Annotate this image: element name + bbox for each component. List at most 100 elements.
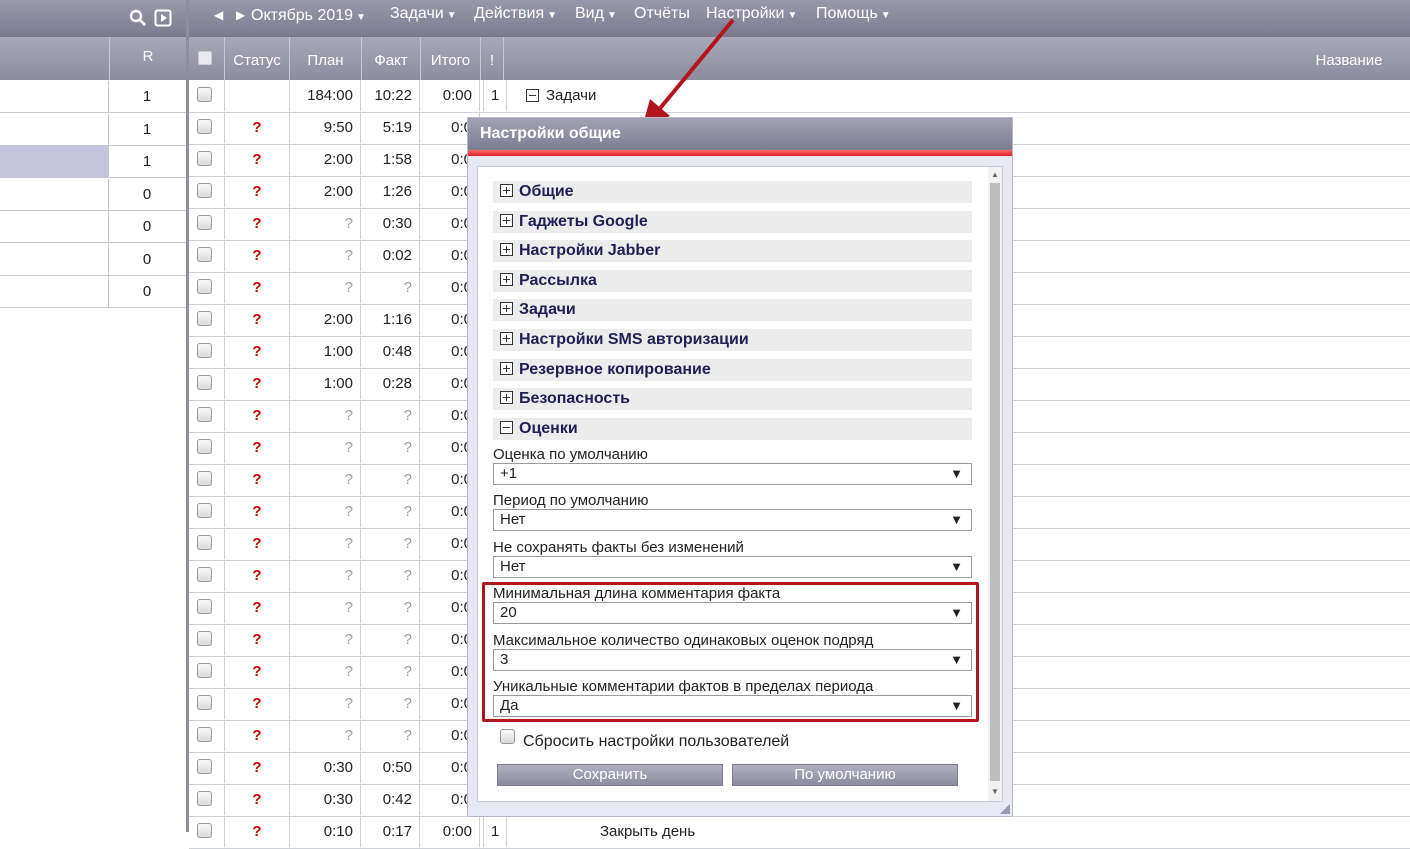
prev-month-icon[interactable]: ◀ (214, 8, 223, 22)
row-checkbox[interactable] (197, 823, 212, 838)
dropdown-arrow-icon[interactable]: ▼ (950, 650, 963, 670)
field-label: Не сохранять факты без изменений (493, 538, 744, 556)
scrollbar[interactable]: ▲ ▼ (988, 167, 1002, 801)
row-checkbox[interactable] (197, 759, 212, 774)
row-checkbox[interactable] (197, 471, 212, 486)
left-row[interactable]: 1 (0, 146, 186, 178)
expand-icon[interactable] (500, 302, 513, 316)
row-checkbox[interactable] (197, 215, 212, 230)
row-checkbox[interactable] (197, 151, 212, 166)
settings-section[interactable]: Задачи (493, 299, 972, 322)
settings-section[interactable]: Оценки (493, 417, 972, 440)
dialog-title[interactable]: Настройки общие (468, 118, 1012, 150)
dropdown-arrow-icon[interactable]: ▼ (950, 510, 963, 530)
fact-cell: 0:28 (362, 368, 420, 399)
month-selector[interactable]: Октябрь 2019 ▼ (251, 7, 366, 25)
field-select[interactable]: 3 ▼ (493, 648, 972, 671)
menu-tasks[interactable]: Задачи ▼ (390, 5, 457, 23)
select-value: Нет (500, 557, 526, 575)
expand-icon[interactable] (500, 213, 513, 227)
row-checkbox[interactable] (197, 599, 212, 614)
table-row[interactable]: 184:00 10:22 0:00 1 Задачи (189, 80, 1410, 113)
header-total[interactable]: Итого (421, 37, 481, 80)
row-checkbox[interactable] (197, 119, 212, 134)
settings-section[interactable]: Настройки Jabber (493, 240, 972, 263)
resize-grip-icon[interactable] (1000, 804, 1010, 814)
settings-section[interactable]: Гаджеты Google (493, 210, 972, 233)
row-checkbox[interactable] (197, 567, 212, 582)
row-checkbox[interactable] (197, 343, 212, 358)
expand-icon[interactable] (500, 391, 513, 405)
field-select[interactable]: +1 ▼ (493, 463, 972, 485)
tasks-group[interactable]: Задачи (526, 80, 596, 111)
field-select[interactable]: Нет ▼ (493, 509, 972, 532)
field-label: Оценка по умолчанию (493, 446, 648, 463)
fact-cell: 0:30 (362, 208, 420, 239)
collapse-icon[interactable] (526, 89, 539, 102)
default-button[interactable]: По умолчанию (732, 764, 958, 786)
settings-section[interactable]: Рассылка (493, 269, 972, 292)
header-status[interactable]: Статус (225, 37, 290, 80)
left-row[interactable]: 0 (0, 276, 186, 308)
settings-section[interactable]: Настройки SMS авторизации (493, 329, 972, 351)
header-plan[interactable]: План (290, 37, 362, 80)
settings-section[interactable]: Общие (493, 181, 972, 203)
reset-users-label: Сбросить настройки пользователей (523, 733, 790, 750)
row-checkbox[interactable] (197, 375, 212, 390)
scroll-down-icon[interactable]: ▼ (991, 787, 999, 796)
scroll-up-icon[interactable]: ▲ (991, 170, 999, 179)
table-row[interactable]: ? 0:10 0:17 0:00 1 Закрыть день (189, 816, 1410, 849)
header-name[interactable]: Название (1299, 37, 1399, 80)
scroll-thumb[interactable] (990, 183, 1000, 781)
menu-actions[interactable]: Действия ▼ (474, 5, 557, 23)
row-checkbox[interactable] (197, 279, 212, 294)
row-checkbox[interactable] (197, 311, 212, 326)
settings-section[interactable]: Безопасность (493, 388, 972, 411)
dropdown-arrow-icon[interactable]: ▼ (950, 696, 963, 716)
row-checkbox[interactable] (197, 663, 212, 678)
left-row[interactable]: 0 (0, 178, 186, 211)
menu-help[interactable]: Помощь ▼ (816, 5, 891, 23)
left-row[interactable]: 0 (0, 211, 186, 243)
expand-icon[interactable] (500, 243, 513, 257)
row-checkbox[interactable] (197, 631, 212, 646)
fact-cell: 0:42 (362, 784, 420, 815)
header-fact[interactable]: Факт (362, 37, 421, 80)
settings-section[interactable]: Резервное копирование (493, 358, 972, 381)
row-checkbox[interactable] (197, 439, 212, 454)
row-checkbox[interactable] (197, 183, 212, 198)
play-box-icon[interactable] (154, 9, 172, 27)
save-button[interactable]: Сохранить (497, 764, 723, 786)
row-checkbox[interactable] (197, 407, 212, 422)
search-icon[interactable] (129, 9, 147, 27)
expand-icon[interactable] (500, 332, 513, 345)
status-cell: ? (225, 432, 290, 463)
reset-users-checkbox[interactable] (500, 729, 515, 744)
left-row[interactable]: 0 (0, 243, 186, 276)
dropdown-arrow-icon[interactable]: ▼ (950, 603, 963, 623)
collapse-icon[interactable] (500, 420, 513, 434)
menu-view[interactable]: Вид ▼ (575, 5, 617, 23)
expand-icon[interactable] (500, 361, 513, 375)
row-checkbox[interactable] (197, 87, 212, 102)
row-checkbox[interactable] (197, 727, 212, 742)
select-all-checkbox[interactable] (198, 51, 212, 65)
left-row[interactable]: 1 (0, 113, 186, 146)
field-select[interactable]: Да ▼ (493, 695, 972, 717)
dialog-title-accent (468, 150, 1012, 156)
field-select[interactable]: Нет ▼ (493, 555, 972, 578)
dropdown-arrow-icon[interactable]: ▼ (950, 557, 963, 577)
next-month-icon[interactable]: ▶ (236, 8, 245, 22)
left-row[interactable]: 1 (0, 81, 186, 113)
row-checkbox[interactable] (197, 247, 212, 262)
field-select[interactable]: 20 ▼ (493, 602, 972, 625)
dropdown-arrow-icon[interactable]: ▼ (950, 464, 963, 484)
row-checkbox[interactable] (197, 535, 212, 550)
row-checkbox[interactable] (197, 791, 212, 806)
column-r-header: R (142, 48, 154, 65)
row-checkbox[interactable] (197, 503, 212, 518)
expand-icon[interactable] (500, 184, 513, 197)
header-excl[interactable]: ! (481, 37, 504, 80)
expand-icon[interactable] (500, 272, 513, 286)
row-checkbox[interactable] (197, 695, 212, 710)
